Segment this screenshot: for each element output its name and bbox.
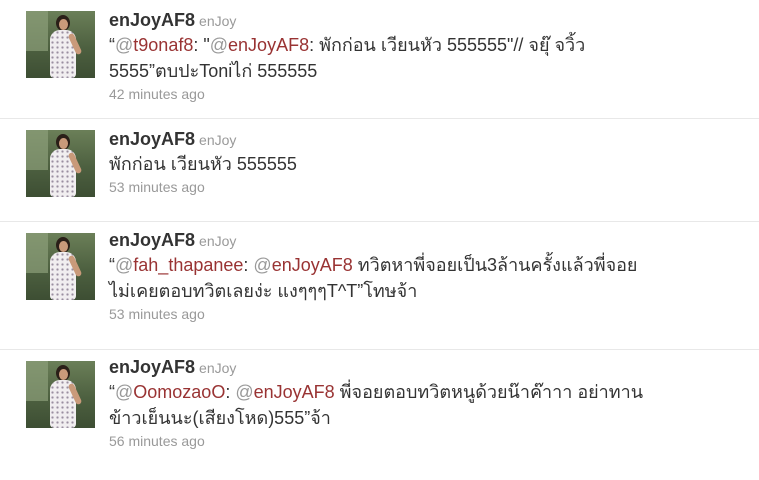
mention-name: t9onaf8 bbox=[133, 35, 194, 55]
mention-link[interactable]: @enJoyAF8 bbox=[253, 255, 352, 275]
full-name: enJoy bbox=[199, 132, 237, 148]
at-sign: @ bbox=[253, 255, 272, 275]
full-name: enJoy bbox=[199, 233, 237, 249]
at-sign: @ bbox=[115, 382, 134, 402]
timestamp-link[interactable]: 53 minutes ago bbox=[109, 304, 205, 324]
tweet-text-segment: : พักก่อน เวียนหัว 555555"// จยุ๊ จวิ้ว bbox=[309, 35, 586, 55]
tweet-text-line: 5555”ตบปะToniไก่ 555555 bbox=[109, 61, 318, 81]
at-sign: @ bbox=[115, 35, 134, 55]
avatar[interactable] bbox=[26, 11, 95, 78]
tweet-header: enJoyAF8 enJoy bbox=[109, 228, 637, 252]
tweet-text-line: “@OomozaoO: @enJoyAF8 พี่จอยตอบทวิตหนูด้… bbox=[109, 379, 643, 405]
at-sign: @ bbox=[235, 382, 254, 402]
tweet-text-segment: : " bbox=[193, 35, 210, 55]
timestamp-link[interactable]: 42 minutes ago bbox=[109, 84, 205, 104]
tweet-text-line: “@t9onaf8: "@enJoyAF8: พักก่อน เวียนหัว … bbox=[109, 32, 585, 58]
tweet-header: enJoyAF8 enJoy bbox=[109, 127, 297, 151]
tweet-item: enJoyAF8 enJoy “@OomozaoO: @enJoyAF8 พี่จ… bbox=[0, 350, 759, 480]
mention-link[interactable]: @t9onaf8 bbox=[115, 35, 193, 55]
mention-link[interactable]: @enJoyAF8 bbox=[235, 382, 334, 402]
mention-link[interactable]: @enJoyAF8 bbox=[210, 35, 309, 55]
mention-name: enJoyAF8 bbox=[271, 255, 353, 275]
tweet-text-line: ข้าวเย็นนะ(เสียงโหด)555”จ้า bbox=[109, 408, 331, 428]
screen-name-link[interactable]: enJoyAF8 bbox=[109, 10, 195, 30]
tweet-header: enJoyAF8 enJoy bbox=[109, 355, 643, 379]
mention-link[interactable]: @OomozaoO bbox=[115, 382, 225, 402]
tweet-content: enJoyAF8 enJoy “@fah_thapanee: @enJoyAF8 … bbox=[109, 228, 637, 324]
timestamp-link[interactable]: 56 minutes ago bbox=[109, 431, 205, 451]
mention-link[interactable]: @fah_thapanee bbox=[115, 255, 243, 275]
mention-name: OomozaoO bbox=[133, 382, 226, 402]
tweet-text-line: พักก่อน เวียนหัว 555555 bbox=[109, 154, 297, 174]
mention-name: enJoyAF8 bbox=[228, 35, 310, 55]
tweet-item: enJoyAF8 enJoy “@fah_thapanee: @enJoyAF8 … bbox=[0, 222, 759, 350]
tweet-text-segment: ทวิตหาพี่จอยเป็น3ล้านครั้งแล้วพี่จอย bbox=[352, 255, 638, 275]
tweet-text-line: “@fah_thapanee: @enJoyAF8 ทวิตหาพี่จอยเป… bbox=[109, 252, 637, 278]
tweet-item: enJoyAF8 enJoy “@t9onaf8: "@enJoyAF8: พัก… bbox=[0, 0, 759, 119]
at-sign: @ bbox=[209, 35, 229, 55]
tweet-header: enJoyAF8 enJoy bbox=[109, 8, 585, 32]
tweet-timeline: enJoyAF8 enJoy “@t9onaf8: "@enJoyAF8: พัก… bbox=[0, 0, 759, 480]
at-sign: @ bbox=[115, 255, 134, 275]
tweet-text-line: ไม่เคยตอบทวิตเลยง่ะ แงๆๆๆT^T”โทษจ้า bbox=[109, 281, 418, 301]
tweet-text-segment: : bbox=[225, 382, 236, 402]
avatar[interactable] bbox=[26, 130, 95, 197]
avatar[interactable] bbox=[26, 361, 95, 428]
mention-name: enJoyAF8 bbox=[253, 382, 335, 402]
screen-name-link[interactable]: enJoyAF8 bbox=[109, 129, 195, 149]
tweet-content: enJoyAF8 enJoy “@t9onaf8: "@enJoyAF8: พัก… bbox=[109, 8, 585, 104]
full-name: enJoy bbox=[199, 13, 237, 29]
avatar[interactable] bbox=[26, 233, 95, 300]
full-name: enJoy bbox=[199, 360, 237, 376]
tweet-item: enJoyAF8 enJoy พักก่อน เวียนหัว 555555 53… bbox=[0, 119, 759, 222]
tweet-text-segment: พี่จอยตอบทวิตหนูด้วยน๊าค๊าาา อย่าทาน bbox=[334, 382, 644, 402]
mention-name: fah_thapanee bbox=[133, 255, 244, 275]
timestamp-link[interactable]: 53 minutes ago bbox=[109, 177, 205, 197]
screen-name-link[interactable]: enJoyAF8 bbox=[109, 230, 195, 250]
tweet-content: enJoyAF8 enJoy “@OomozaoO: @enJoyAF8 พี่จ… bbox=[109, 355, 643, 451]
tweet-text-segment: : bbox=[243, 255, 254, 275]
tweet-content: enJoyAF8 enJoy พักก่อน เวียนหัว 555555 53… bbox=[109, 127, 297, 197]
screen-name-link[interactable]: enJoyAF8 bbox=[109, 357, 195, 377]
